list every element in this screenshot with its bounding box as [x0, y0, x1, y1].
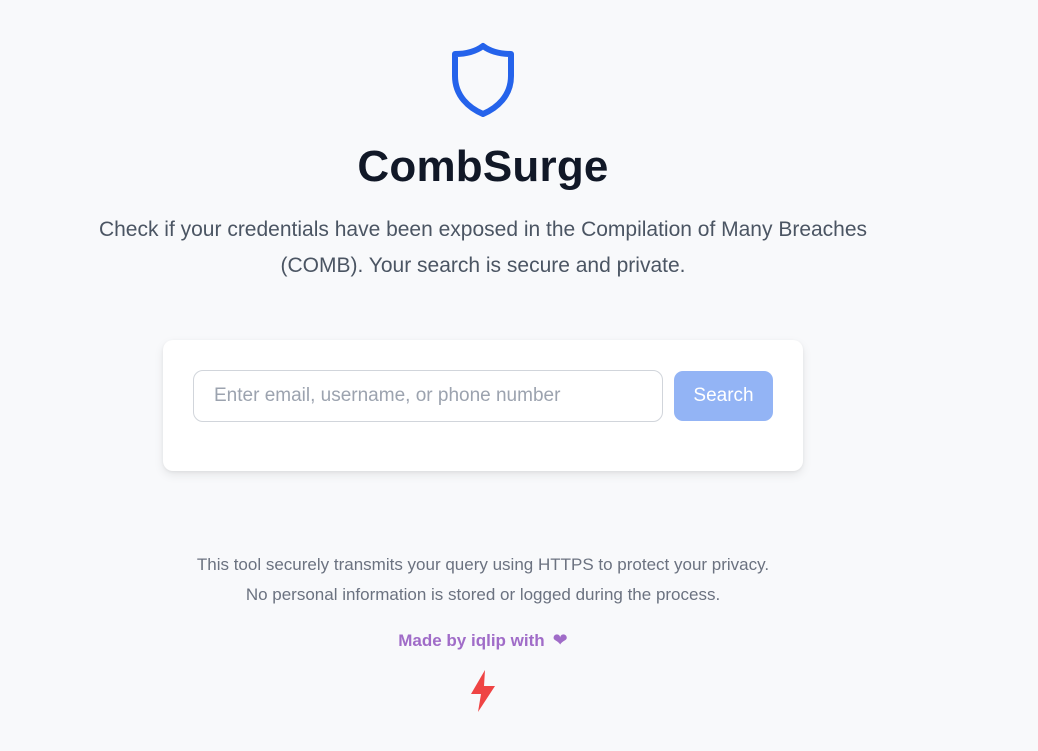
heart-icon: ❤	[552, 630, 568, 650]
search-button[interactable]: Search	[674, 371, 773, 421]
credit-text: Made by iqlip with	[398, 631, 545, 650]
lightning-icon	[471, 670, 495, 712]
page-title: CombSurge	[357, 142, 609, 191]
page-description: Check if your credentials have been expo…	[98, 218, 868, 277]
page: CombSurge Check if your credentials have…	[0, 0, 1038, 751]
search-card: Search	[163, 340, 803, 471]
privacy-notice-line-2: No personal information is stored or log…	[245, 585, 721, 604]
credit-line: Made by iqlip with ❤	[0, 630, 966, 651]
privacy-notice-line-1: This tool securely transmits your query …	[196, 555, 770, 574]
shield-icon	[452, 43, 514, 117]
search-input[interactable]	[193, 370, 663, 422]
